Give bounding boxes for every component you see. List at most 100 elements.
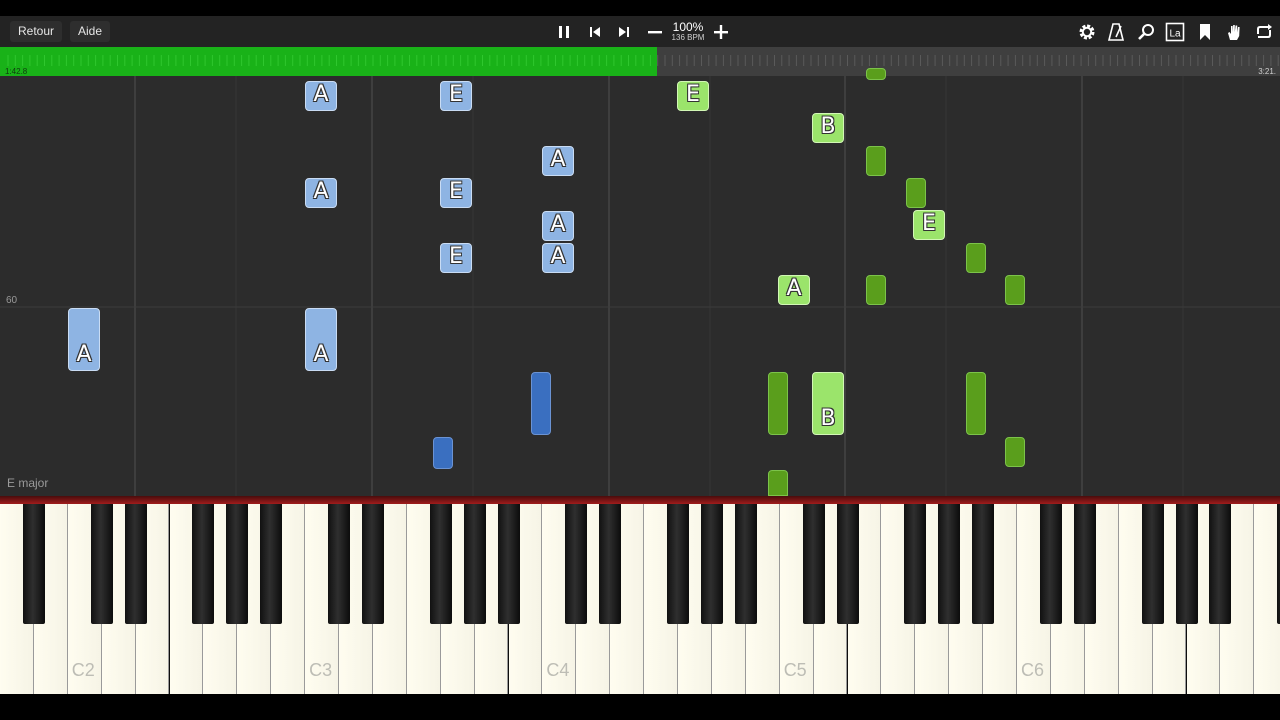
black-key[interactable] (260, 504, 283, 624)
black-key[interactable] (1073, 504, 1096, 624)
note-b: B (812, 372, 844, 435)
hand-icon[interactable] (1224, 22, 1244, 42)
octave-label: C6 (1021, 660, 1045, 680)
skip-forward-icon[interactable] (614, 22, 634, 42)
note (906, 178, 926, 208)
black-key[interactable] (328, 504, 350, 624)
note-letter: A (313, 82, 329, 107)
keyboard-rail (0, 496, 1280, 504)
black-key[interactable] (22, 504, 45, 624)
note-a: A (778, 275, 810, 305)
note-a: A (542, 211, 574, 241)
note-e: E (440, 243, 472, 273)
black-key[interactable] (1039, 504, 1062, 624)
note-a: A (305, 308, 337, 371)
black-key[interactable] (802, 504, 825, 624)
plus-icon[interactable] (711, 22, 731, 42)
note (966, 372, 986, 435)
black-key[interactable] (1209, 504, 1232, 624)
octave-label: C4 (546, 660, 570, 680)
black-key[interactable] (192, 504, 215, 624)
magnifier-icon[interactable] (1136, 22, 1156, 42)
note-letter: A (313, 342, 329, 367)
synthesia-player: Retour Aide 100% 136 BPM La 1:42.8 3:21.… (0, 0, 1280, 720)
zoom-level: 100% (672, 20, 704, 34)
note-b: B (812, 113, 844, 143)
black-key[interactable] (734, 504, 757, 624)
note-letter: E (449, 179, 463, 204)
minus-icon[interactable] (645, 22, 665, 42)
black-key[interactable] (226, 504, 249, 624)
svg-text:La: La (1169, 29, 1181, 40)
black-key[interactable] (938, 504, 961, 624)
note-letter: A (550, 147, 566, 172)
loop-icon[interactable] (1254, 22, 1274, 42)
note (531, 372, 551, 435)
note (768, 470, 788, 496)
bottom-bar (0, 694, 1280, 720)
note-e: E (677, 81, 709, 111)
help-button[interactable]: Aide (70, 21, 111, 42)
black-key[interactable] (429, 504, 452, 624)
black-key[interactable] (1141, 504, 1164, 624)
black-key[interactable] (836, 504, 859, 624)
note (866, 275, 886, 305)
roll-grid (0, 76, 1280, 496)
toolbar: Retour Aide 100% 136 BPM La (0, 16, 1280, 47)
black-key[interactable] (463, 504, 486, 624)
note (1005, 275, 1025, 305)
note-a: A (305, 178, 337, 208)
octave-label: C2 (71, 660, 95, 680)
black-key[interactable] (361, 504, 384, 624)
skip-back-icon[interactable] (585, 22, 605, 42)
bookmark-icon[interactable] (1195, 22, 1215, 42)
pause-icon[interactable] (554, 22, 574, 42)
note-letter: B (820, 406, 836, 431)
note-a: A (542, 146, 574, 176)
black-key[interactable] (1175, 504, 1198, 624)
note-e: E (440, 81, 472, 111)
black-key[interactable] (904, 504, 927, 624)
note-label-icon[interactable]: La (1165, 22, 1185, 42)
note (866, 146, 886, 176)
piano-keyboard: C2 C3 C4 C5 C6 (0, 496, 1280, 694)
black-key[interactable] (700, 504, 723, 624)
note-letter: E (449, 82, 463, 107)
pitch-marker: 60 (6, 295, 18, 306)
note-roll: 60 E major AAAAEEEAAAEBEAB (0, 68, 1280, 496)
black-key[interactable] (599, 504, 622, 624)
note (866, 68, 886, 80)
white-key[interactable] (1254, 504, 1280, 694)
black-key[interactable] (972, 504, 995, 624)
note-letter: A (313, 179, 329, 204)
black-key[interactable] (124, 504, 147, 624)
note-a: A (305, 81, 337, 111)
note-a: A (68, 308, 100, 371)
progress-ticks (7, 55, 1279, 66)
tempo-bpm: 136 BPM (671, 33, 705, 42)
back-button[interactable]: Retour (10, 21, 63, 42)
note (768, 372, 788, 435)
note-letter: A (550, 212, 566, 237)
note-letter: E (686, 82, 700, 107)
song-progress-bar[interactable]: 1:42.8 3:21. (0, 47, 1280, 76)
note-letter: A (76, 342, 92, 367)
gear-icon[interactable] (1077, 22, 1097, 42)
note (1005, 437, 1025, 467)
black-key[interactable] (90, 504, 113, 624)
metronome-icon[interactable] (1106, 22, 1126, 42)
octave-label: C3 (309, 660, 333, 680)
black-key[interactable] (497, 504, 520, 624)
note-e: E (440, 178, 472, 208)
note (966, 243, 986, 273)
note-a: A (542, 243, 574, 273)
note-letter: B (820, 114, 836, 139)
black-key[interactable] (667, 504, 689, 624)
key-signature-label: E major (7, 476, 49, 490)
octave-label: C5 (783, 660, 807, 680)
note-letter: A (786, 276, 802, 301)
note-e: E (913, 210, 945, 240)
note-letter: E (449, 244, 463, 269)
total-time: 3:21. (1258, 67, 1276, 76)
black-key[interactable] (565, 504, 588, 624)
